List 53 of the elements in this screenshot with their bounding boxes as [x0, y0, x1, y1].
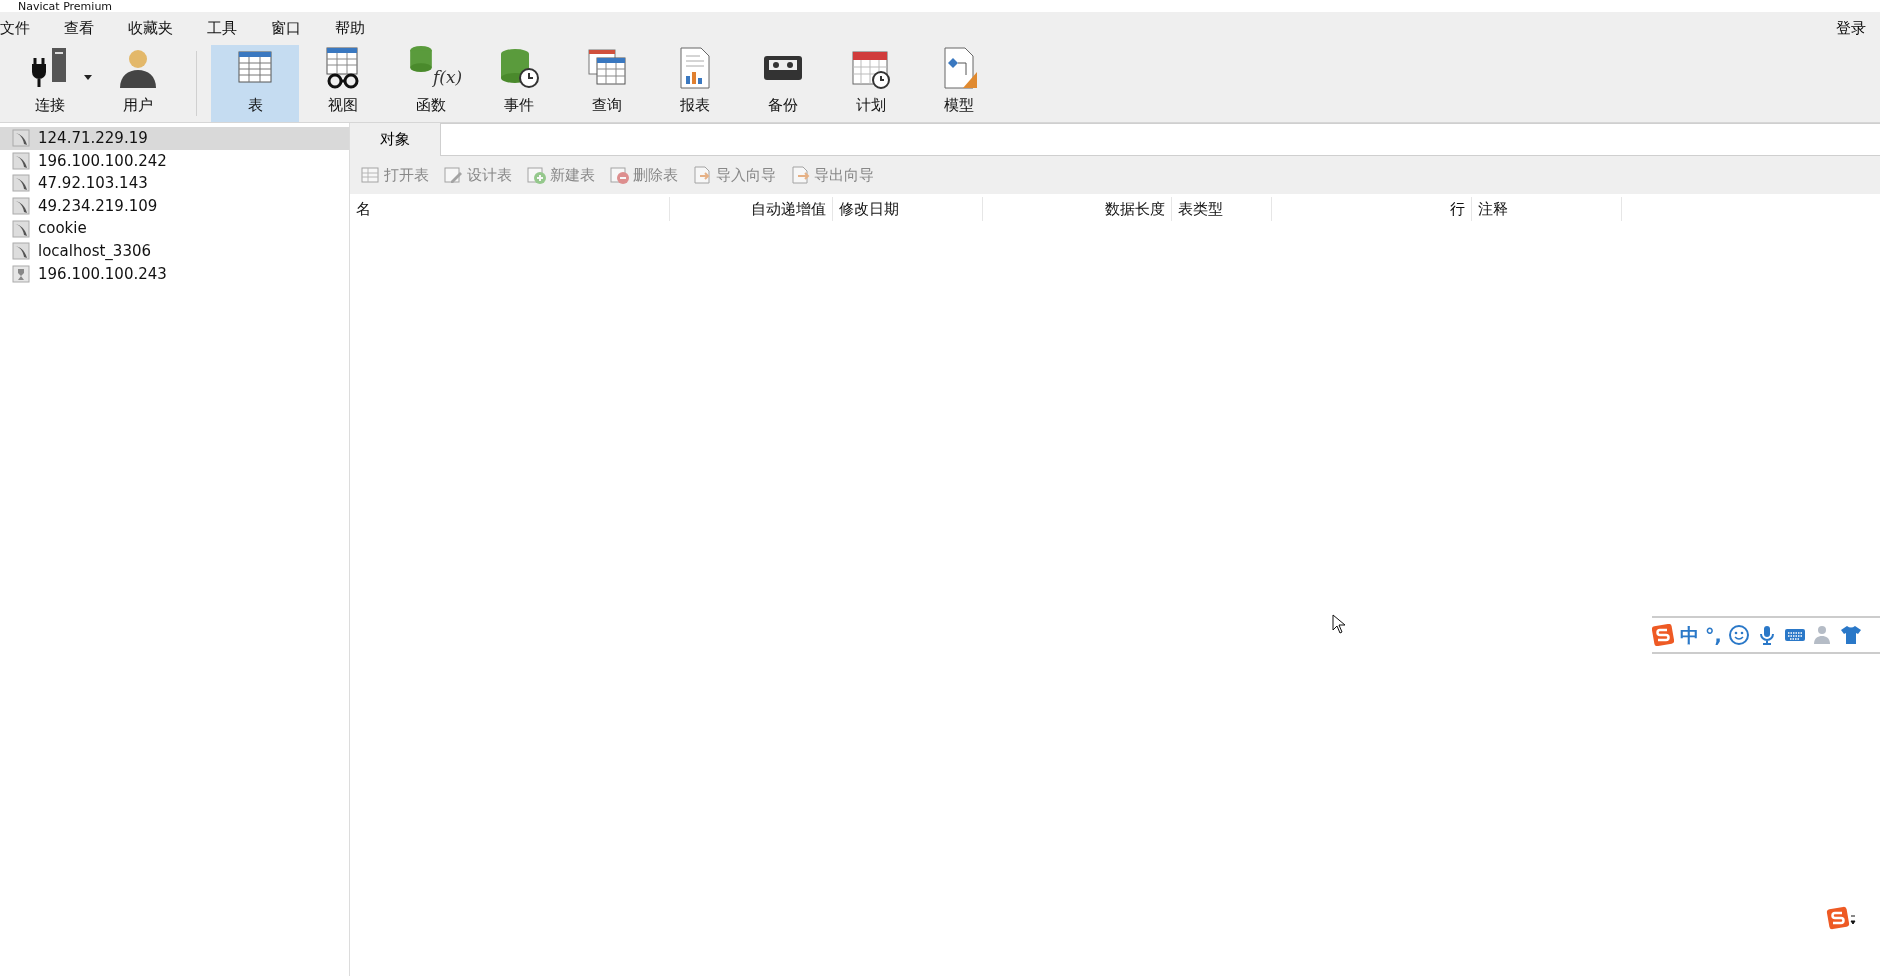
- connection-item[interactable]: cookie: [38, 217, 87, 240]
- column-header[interactable]: 数据长度: [983, 197, 1172, 221]
- toolbar-button[interactable]: 用户: [94, 45, 182, 122]
- server-icon: [12, 264, 30, 283]
- column-header[interactable]: 名: [350, 197, 670, 221]
- dolphin-icon: [12, 174, 30, 193]
- smiley-icon[interactable]: [1727, 624, 1750, 646]
- toolbar-button[interactable]: 表: [211, 45, 299, 122]
- dolphin-icon: [12, 219, 30, 238]
- table-icon: [360, 165, 380, 185]
- menu-item[interactable]: 窗口: [271, 17, 301, 40]
- pencil-table-icon: [443, 165, 463, 185]
- connection-item[interactable]: 47.92.103.143: [38, 172, 148, 195]
- toolbar-button[interactable]: 模型: [915, 45, 1003, 122]
- window-title: Navicat Premium: [18, 1, 113, 12]
- toolbar-button[interactable]: f(x) 函数: [387, 45, 475, 122]
- menu-item[interactable]: 帮助: [335, 17, 365, 40]
- toolbar-button[interactable]: 事件: [475, 45, 563, 122]
- export-icon: [790, 165, 810, 185]
- menu-item[interactable]: 文件: [0, 17, 30, 40]
- connection-item[interactable]: 196.100.100.243: [38, 262, 167, 286]
- import-icon: [692, 165, 712, 185]
- column-header[interactable]: 修改日期: [833, 197, 983, 221]
- dolphin-icon: [12, 197, 30, 216]
- s-logo-icon[interactable]: [1826, 904, 1856, 932]
- menu-item[interactable]: 工具: [207, 17, 237, 40]
- column-header[interactable]: 自动递增值: [670, 197, 833, 221]
- mouse-pointer-icon: [1332, 614, 1346, 634]
- column-header[interactable]: 行: [1272, 197, 1472, 221]
- dolphin-icon: [12, 151, 30, 170]
- column-header[interactable]: 表类型: [1172, 197, 1272, 221]
- toolbar-button[interactable]: 报表: [651, 45, 739, 122]
- toolbar-button[interactable]: 视图: [299, 45, 387, 122]
- menu-item[interactable]: 查看: [64, 17, 94, 40]
- menu-item[interactable]: 收藏夹: [128, 17, 173, 40]
- punctuation-toggle[interactable]: °,: [1705, 620, 1722, 650]
- toolbar-button[interactable]: 备份: [739, 45, 827, 122]
- toolbar-button[interactable]: 查询: [563, 45, 651, 122]
- s-logo-icon[interactable]: [1652, 624, 1674, 646]
- plus-table-icon: [526, 165, 546, 185]
- function-icon: f(x): [433, 67, 463, 87]
- column-header[interactable]: 注释: [1472, 197, 1622, 221]
- toolbar-button[interactable]: 连接: [6, 45, 94, 122]
- minus-table-icon: [609, 165, 629, 185]
- shirt-icon[interactable]: [1839, 624, 1862, 646]
- database-icon: [410, 45, 432, 72]
- dolphin-icon: [12, 242, 30, 261]
- connection-item[interactable]: 49.234.219.109: [38, 194, 158, 218]
- login-button[interactable]: 登录: [1836, 17, 1866, 40]
- connection-item[interactable]: 196.100.100.242: [38, 149, 167, 173]
- connection-item[interactable]: localhost_3306: [38, 240, 151, 263]
- toolbar-button[interactable]: 计划: [827, 45, 915, 122]
- ime-mode-toggle[interactable]: 中: [1680, 620, 1699, 650]
